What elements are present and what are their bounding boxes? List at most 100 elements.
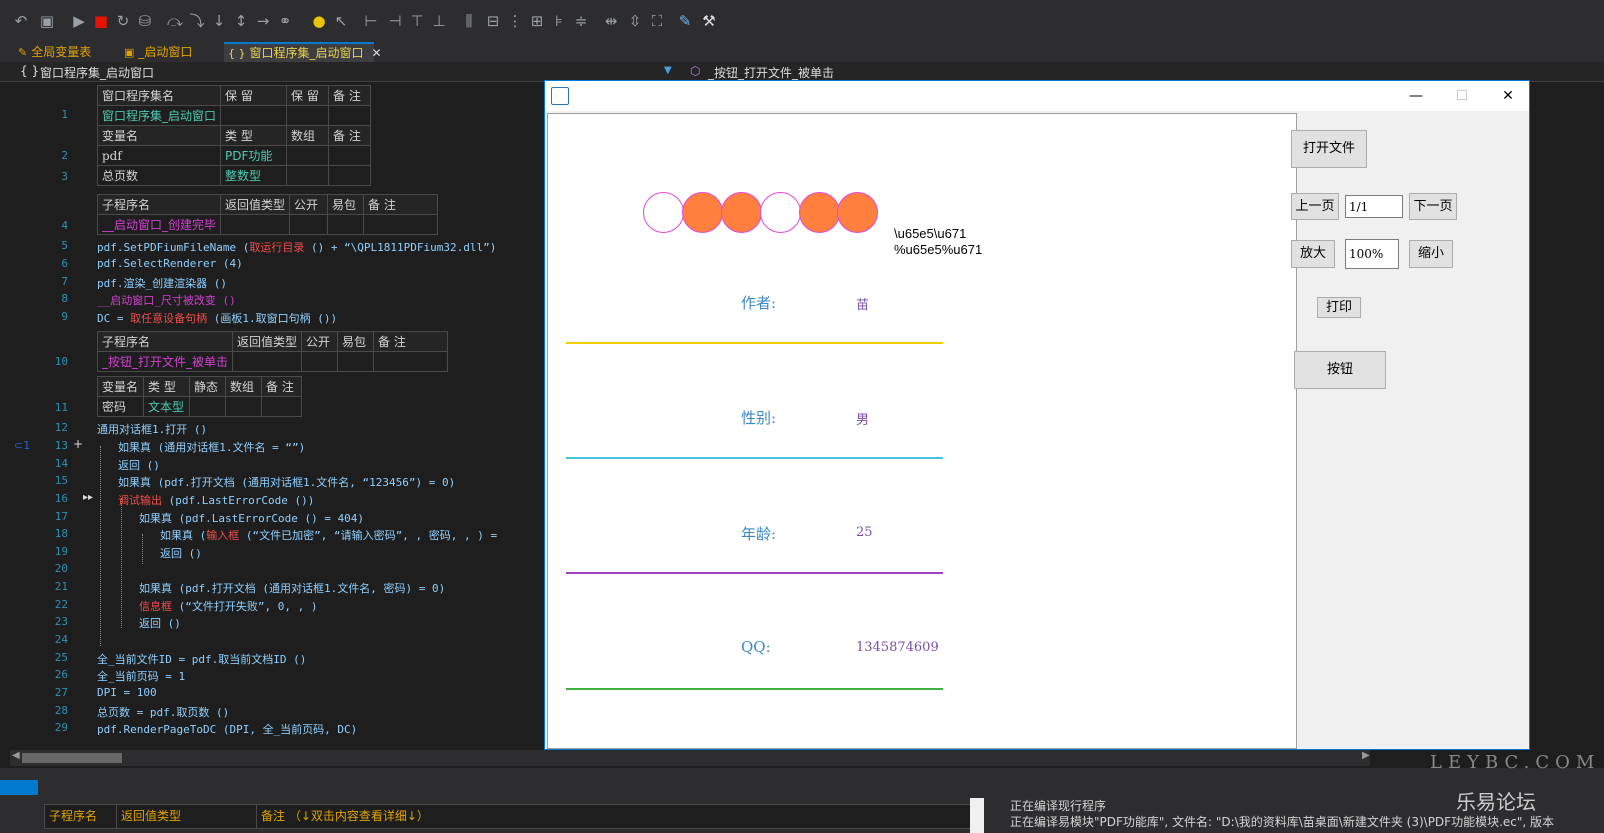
code-line[interactable]: 总页数 = pdf.取页数 () xyxy=(97,704,229,720)
pdf-canvas[interactable]: \u65e5\u671 %u65e5%u671 作者: 苗 性别: 男 年龄: … xyxy=(547,113,1297,749)
run-to-cursor-icon[interactable]: → xyxy=(254,12,272,30)
code-line[interactable]: pdf.渲染_创建渲染器 () xyxy=(97,275,227,291)
spacing-icon[interactable]: ⇳ xyxy=(626,12,644,30)
table-cell[interactable] xyxy=(261,396,302,417)
code-line[interactable]: 如果真 (pdf.打开文档 (通用对话框1.文件名, “123456”) = 0… xyxy=(118,474,455,490)
code-line[interactable]: pdf.SelectRenderer (4) xyxy=(97,257,243,270)
column-header[interactable]: 备注 （↓双击内容查看详细↓） xyxy=(257,805,973,828)
page-input[interactable] xyxy=(1345,195,1403,218)
scrollbar-thumb[interactable] xyxy=(22,753,122,763)
table-cell[interactable] xyxy=(337,351,375,372)
code-line[interactable]: pdf.RenderPageToDC (DPI, 全_当前页码, DC) xyxy=(97,721,357,737)
variable-name[interactable]: 密码 xyxy=(97,396,144,417)
pen-icon[interactable]: ✎ xyxy=(676,12,694,30)
fit-icon[interactable]: ⛶ xyxy=(648,12,666,30)
close-button[interactable]: ✕ xyxy=(1485,81,1531,111)
zoom-out-button[interactable]: 缩小 xyxy=(1409,240,1453,268)
restart-icon[interactable]: ↻ xyxy=(114,12,132,30)
distribute-h-icon[interactable]: ⫼ xyxy=(460,12,478,30)
code-line[interactable]: 返回 () xyxy=(139,615,181,631)
link-icon[interactable]: ⚭ xyxy=(276,12,294,30)
code-line[interactable]: 如果真 (通用对话框1.文件名 = “”) xyxy=(118,439,305,455)
center-h-icon[interactable]: ⊟ xyxy=(484,12,502,30)
code-line[interactable]: DPI = 100 xyxy=(97,686,157,699)
code-line[interactable]: __启动窗口_尺寸被改变 () xyxy=(97,292,236,308)
table-cell[interactable] xyxy=(225,396,262,417)
subroutine-list-table[interactable]: 子程序名 返回值类型 备注 （↓双击内容查看详细↓） xyxy=(44,804,974,829)
align-bottom-icon[interactable]: ⊥ xyxy=(430,12,448,30)
assembly-name[interactable]: 窗口程序集_启动窗口 xyxy=(96,105,222,126)
table-cell[interactable] xyxy=(301,351,339,372)
step-down-icon[interactable]: ↓ xyxy=(210,12,228,30)
open-file-button[interactable]: 打开文件 xyxy=(1291,130,1367,168)
column-header[interactable]: 子程序名 xyxy=(45,805,117,828)
table-cell[interactable] xyxy=(232,351,303,372)
close-tab-icon[interactable]: ✕ xyxy=(372,46,382,60)
scroll-right-icon[interactable]: ▶ xyxy=(1362,750,1370,761)
table-cell[interactable] xyxy=(328,105,372,126)
undo-icon[interactable]: ↶ xyxy=(12,12,30,30)
same-width-icon[interactable]: ⊧ xyxy=(550,12,568,30)
breakpoint-marker-icon[interactable]: ⊂1 xyxy=(14,439,30,452)
code-line[interactable]: 如果真 (输入框 (“文件已加密”, “请输入密码”, , 密码, , ) = xyxy=(160,527,497,543)
expand-icon[interactable]: + xyxy=(73,437,83,451)
variable-type[interactable]: PDF功能 xyxy=(220,145,288,166)
scroll-left-icon[interactable]: ◀ xyxy=(12,750,20,761)
nav-left-select[interactable]: 窗口程序集_启动窗口 xyxy=(40,64,154,81)
variable-type[interactable]: 整数型 xyxy=(220,165,288,186)
code-line[interactable]: 通用对话框1.打开 () xyxy=(97,421,207,437)
maximize-button[interactable]: ☐ xyxy=(1439,81,1485,111)
next-page-button[interactable]: 下一页 xyxy=(1409,193,1457,220)
variable-name[interactable]: 总页数 xyxy=(96,165,222,186)
table-cell[interactable] xyxy=(286,165,330,186)
step-into-icon[interactable]: ⤵ xyxy=(188,12,206,30)
distribute-v-icon[interactable]: ⋮ xyxy=(506,12,524,30)
prev-page-button[interactable]: 上一页 xyxy=(1291,193,1339,220)
tab-startup-window[interactable]: ▣ _启动窗口 xyxy=(120,42,224,62)
code-line[interactable]: 返回 () xyxy=(160,545,202,561)
same-size-icon[interactable]: ⇹ xyxy=(602,12,620,30)
code-line[interactable]: pdf.SetPDFiumFileName (取运行目录 () + “\QPL1… xyxy=(97,239,496,255)
table-cell[interactable] xyxy=(289,214,329,235)
table-cell[interactable] xyxy=(363,214,439,235)
table-cell[interactable] xyxy=(189,396,226,417)
variable-name[interactable]: pdf xyxy=(96,145,222,166)
minimize-button[interactable]: — xyxy=(1393,81,1439,111)
code-editor[interactable]: 窗口程序集名 保 留 保 留 备 注 窗口程序集_启动窗口 变量名 类 型 数组… xyxy=(0,82,545,750)
run-icon[interactable]: ▶ xyxy=(70,12,88,30)
code-line[interactable]: DC = 取任意设备句柄 (画板1.取窗口句柄 ()) xyxy=(97,310,337,326)
step-out-icon[interactable]: ↕ xyxy=(232,12,250,30)
align-top-icon[interactable]: ⊤ xyxy=(408,12,426,30)
dropdown-arrow-icon[interactable]: ▼ xyxy=(664,65,672,76)
code-line[interactable]: 如果真 (pdf.LastErrorCode () = 404) xyxy=(139,510,364,526)
center-v-icon[interactable]: ⊞ xyxy=(528,12,546,30)
code-line[interactable]: 全_当前页码 = 1 xyxy=(97,668,185,684)
align-right-icon[interactable]: ⊣ xyxy=(386,12,404,30)
align-left-icon[interactable]: ⊢ xyxy=(362,12,380,30)
vertical-scrollbar[interactable] xyxy=(970,798,984,833)
app-titlebar[interactable]: — ☐ ✕ xyxy=(545,81,1529,111)
print-button[interactable]: 打印 xyxy=(1317,297,1361,318)
tab-window-program[interactable]: { } 窗口程序集_启动窗口 ✕ xyxy=(224,42,382,62)
table-cell[interactable] xyxy=(328,165,372,186)
code-line[interactable]: 信息框 (“文件打开失败”, 0, , ) xyxy=(139,598,317,614)
table-cell[interactable] xyxy=(286,145,330,166)
subroutine-name[interactable]: __启动窗口_创建完毕 xyxy=(96,214,222,235)
same-height-icon[interactable]: ≑ xyxy=(572,12,590,30)
table-cell[interactable] xyxy=(327,214,365,235)
zoom-in-button[interactable]: 放大 xyxy=(1291,240,1335,268)
table-cell[interactable] xyxy=(286,105,330,126)
lightbulb-icon[interactable]: ● xyxy=(310,12,328,30)
column-header[interactable]: 返回值类型 xyxy=(117,805,257,828)
stop-icon[interactable]: ■ xyxy=(92,12,110,30)
code-line[interactable]: 全_当前文件ID = pdf.取当前文档ID () xyxy=(97,651,306,667)
pointer-icon[interactable]: ↖ xyxy=(332,12,350,30)
table-cell[interactable] xyxy=(220,105,288,126)
variable-type[interactable]: 文本型 xyxy=(143,396,190,417)
generic-button[interactable]: 按钮 xyxy=(1294,351,1386,389)
code-line[interactable]: 如果真 (pdf.打开文档 (通用对话框1.文件名, 密码) = 0) xyxy=(139,580,445,596)
zoom-input[interactable] xyxy=(1345,239,1399,269)
open-folder-icon[interactable]: ▣ xyxy=(38,12,56,30)
tools-icon[interactable]: ⚒ xyxy=(700,12,718,30)
code-line[interactable]: 调试输出 (pdf.LastErrorCode ()) xyxy=(118,492,314,508)
